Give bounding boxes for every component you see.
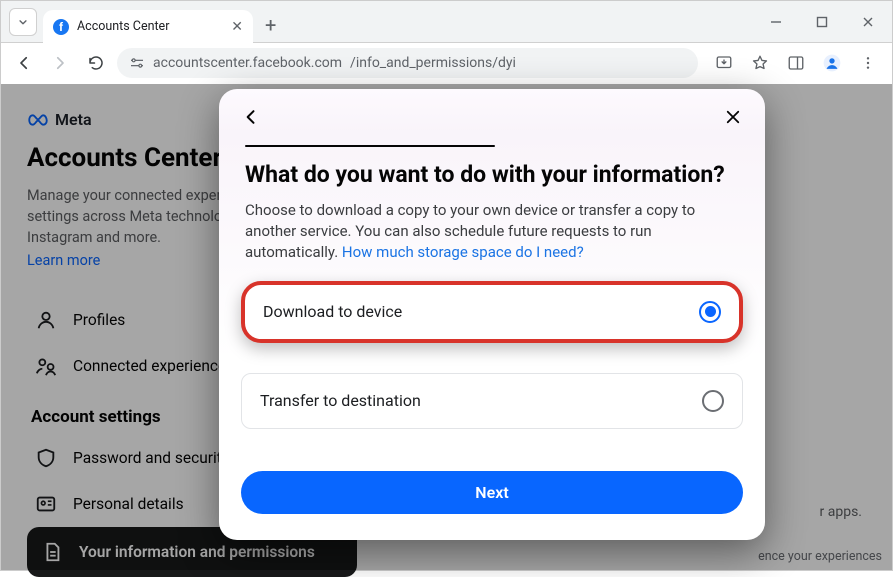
tab-title: Accounts Center [77,19,169,34]
modal-title: What do you want to do with your informa… [219,161,765,200]
side-panel-icon[interactable] [780,53,812,73]
storage-space-link[interactable]: How much storage space do I need? [342,243,584,261]
window-close-button[interactable] [848,6,888,38]
nav-forward-button[interactable] [45,48,75,78]
chrome-menu-icon[interactable] [852,53,884,73]
modal-progress-indicator [245,145,495,147]
bookmark-star-icon[interactable] [744,53,776,73]
install-app-icon[interactable] [708,53,740,73]
next-button[interactable]: Next [241,471,743,514]
address-bar[interactable]: accountscenter.facebook.com/info_and_per… [117,48,698,78]
browser-tab-strip: f Accounts Center ✕ + [1,1,892,43]
url-host: accountscenter.facebook.com [153,55,342,71]
radio-unselected-icon [702,390,724,412]
option-transfer-to-destination[interactable]: Transfer to destination [241,373,743,429]
browser-tab[interactable]: f Accounts Center ✕ [43,10,253,44]
nav-reload-button[interactable] [81,48,111,78]
url-path: /info_and_permissions/dyi [350,55,516,71]
new-tab-button[interactable]: + [253,13,288,37]
site-settings-icon[interactable] [129,55,145,71]
window-controls [756,6,888,38]
option-download-to-device[interactable]: Download to device [241,281,743,343]
profile-avatar-icon[interactable] [816,53,848,73]
tab-close-icon[interactable]: ✕ [231,19,243,35]
modal-back-button[interactable] [237,103,265,131]
option-label: Download to device [263,302,402,321]
tabs-dropdown-button[interactable] [9,8,37,36]
nav-back-button[interactable] [9,48,39,78]
window-maximize-button[interactable] [802,6,842,38]
modal-close-button[interactable] [719,103,747,131]
facebook-favicon-icon: f [53,19,69,35]
option-label: Transfer to destination [260,391,421,410]
download-info-modal: What do you want to do with your informa… [219,89,765,540]
radio-selected-icon [699,301,721,323]
modal-description: Choose to download a copy to your own de… [219,200,765,267]
window-minimize-button[interactable] [756,6,796,38]
browser-toolbar: accountscenter.facebook.com/info_and_per… [1,43,892,83]
